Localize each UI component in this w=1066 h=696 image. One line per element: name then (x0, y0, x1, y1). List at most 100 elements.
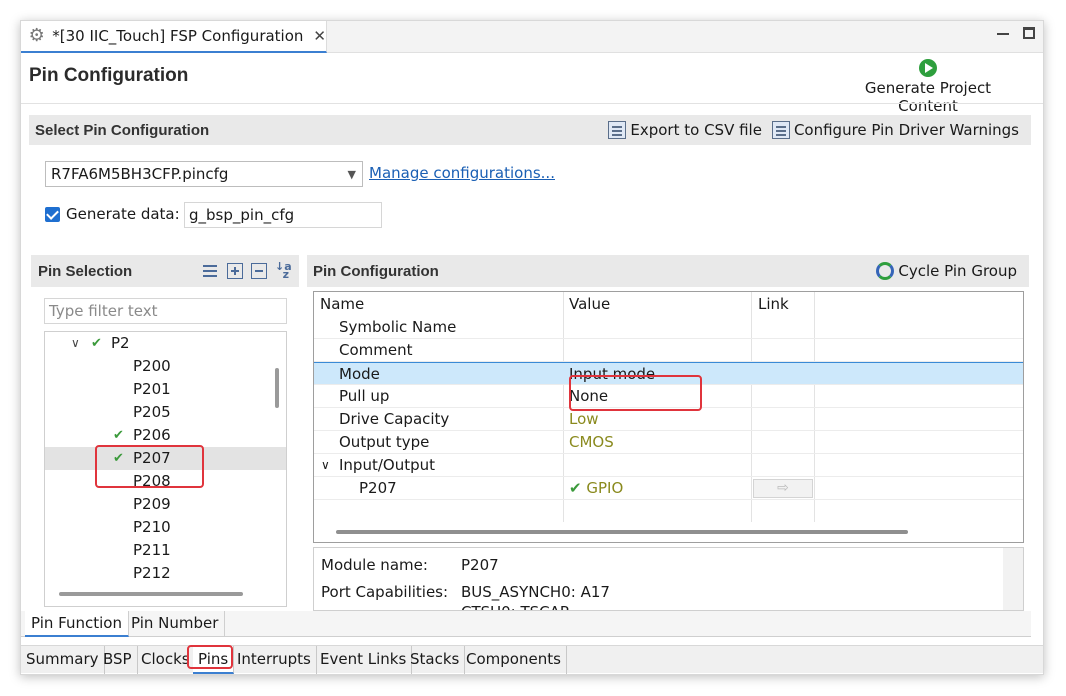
section-title: Select Pin Configuration (35, 121, 210, 139)
gear-icon: ⚙ (28, 25, 45, 46)
generate-data-input[interactable]: g_bsp_pin_cfg (184, 202, 382, 228)
property-name: Symbolic Name (339, 318, 457, 336)
cycle-icon (876, 262, 895, 280)
port-capabilities-more: CTSU0: TSCAP (461, 603, 569, 610)
column-name-header[interactable]: Name (320, 292, 364, 316)
tab-pin-function[interactable]: Pin Function (25, 611, 129, 637)
show-list-icon[interactable] (203, 263, 219, 279)
module-info-box: Module name: P207 Port Capabilities: BUS… (313, 547, 1024, 611)
page-title: Pin Configuration (29, 65, 189, 86)
tree-item[interactable]: P201 (45, 378, 286, 401)
gpio-value: GPIO (586, 479, 624, 497)
pin-config-selected: R7FA6M5BH3CFP.pincfg (51, 165, 229, 183)
tree-item-label: P205 (133, 403, 171, 421)
property-name: P207 (359, 479, 397, 497)
configuration-page-tabs: Summary BSP Clocks Pins Interrupts Event… (21, 645, 1043, 674)
export-csv-button[interactable]: Export to CSV file (608, 121, 762, 139)
maximize-button[interactable] (1023, 27, 1035, 39)
export-csv-label: Export to CSV file (630, 121, 762, 139)
tab-components[interactable]: Components (461, 646, 567, 674)
module-name-label: Module name: (321, 556, 428, 574)
configure-warnings-button[interactable]: Configure Pin Driver Warnings (771, 121, 1019, 139)
check-icon: ✔ (113, 428, 124, 443)
pin-configuration-panel: Pin Configuration Cycle Pin Group Name V… (307, 255, 1029, 611)
play-icon (919, 59, 937, 77)
minimize-button[interactable] (997, 33, 1009, 35)
cycle-pin-group-button[interactable]: Cycle Pin Group (876, 262, 1017, 280)
tab-interrupts[interactable]: Interrupts (232, 646, 317, 674)
generate-data-row: Generate data: (45, 205, 180, 223)
property-row[interactable]: Comment (314, 339, 1023, 362)
pin-selection-header: Pin Selection ↓a z (31, 255, 299, 287)
property-sub-row[interactable]: P207 ✔ GPIO ⇨ (314, 477, 1023, 500)
generate-data-label: Generate data: (66, 205, 180, 223)
tree-item[interactable]: P205 (45, 401, 286, 424)
property-value[interactable]: ✔ GPIO (569, 477, 623, 500)
port-capabilities-label: Port Capabilities: (321, 583, 449, 601)
sort-alpha-icon[interactable]: ↓a z (275, 261, 292, 280)
column-link-header[interactable]: Link (758, 292, 789, 316)
property-value[interactable]: CMOS (569, 431, 614, 454)
cycle-pin-group-label: Cycle Pin Group (898, 262, 1017, 280)
tree-vertical-scrollbar[interactable] (275, 368, 279, 408)
chevron-down-icon[interactable]: ∨ (321, 454, 330, 477)
tree-item-label: P209 (133, 495, 171, 513)
tree-item[interactable]: P209 (45, 493, 286, 516)
tree-group-label: P2 (111, 334, 130, 352)
property-row[interactable]: Output type CMOS (314, 431, 1023, 454)
collapse-all-icon[interactable] (251, 263, 267, 279)
tree-group-p2[interactable]: ∨ ✔ P2 (45, 332, 286, 355)
tree-item-label: P211 (133, 541, 171, 559)
tree-item-label: P200 (133, 357, 171, 375)
generate-data-checkbox[interactable] (45, 206, 60, 222)
tree-item[interactable]: P212 (45, 562, 286, 585)
column-value-header[interactable]: Value (569, 292, 610, 316)
generate-project-content-button[interactable]: Generate Project Content (833, 59, 1023, 115)
pin-properties-grid: Name Value Link Symbolic Name Comment Mo… (313, 291, 1024, 543)
grid-horizontal-scrollbar[interactable] (336, 530, 908, 534)
property-group-row[interactable]: ∨ Input/Output (314, 454, 1023, 477)
tree-item[interactable]: ✔ P206 (45, 424, 286, 447)
module-info-scrollbar[interactable] (1003, 548, 1023, 610)
property-row[interactable]: Symbolic Name (314, 316, 1023, 339)
editor-tab-bar: ⚙ *[30 IIC_Touch] FSP Configuration ✕ (21, 21, 1043, 53)
editor-tab[interactable]: ⚙ *[30 IIC_Touch] FSP Configuration ✕ (21, 21, 327, 53)
pin-config-select[interactable]: R7FA6M5BH3CFP.pincfg ▼ (45, 161, 363, 187)
property-value[interactable]: Low (569, 408, 599, 431)
fsp-configuration-window: ⚙ *[30 IIC_Touch] FSP Configuration ✕ Pi… (20, 20, 1044, 675)
tree-item[interactable]: P210 (45, 516, 286, 539)
warnings-config-icon (771, 121, 790, 139)
property-group-name: Input/Output (339, 456, 435, 474)
module-name-value: P207 (461, 556, 499, 574)
tab-event-links[interactable]: Event Links (315, 646, 413, 674)
tab-pin-number[interactable]: Pin Number (125, 611, 226, 637)
highlight-box-pins (95, 445, 204, 488)
highlight-box-mode (569, 375, 702, 411)
expand-all-icon[interactable] (227, 263, 243, 279)
grid-header: Name Value Link (314, 292, 1023, 316)
tab-bsp[interactable]: BSP (98, 646, 138, 674)
pin-filter-input[interactable]: Type filter text (44, 298, 287, 324)
dropdown-arrow-icon[interactable]: ▼ (348, 168, 356, 181)
tree-item[interactable]: P211 (45, 539, 286, 562)
port-capabilities-value: BUS_ASYNCH0: A17 (461, 583, 610, 601)
check-icon: ✔ (91, 336, 102, 351)
property-name: Mode (339, 365, 380, 383)
check-icon: ✔ (569, 479, 582, 497)
tab-stacks[interactable]: Stacks (405, 646, 466, 674)
tree-horizontal-scrollbar[interactable] (59, 592, 243, 596)
header-divider (21, 103, 1043, 104)
tree-item[interactable]: P200 (45, 355, 286, 378)
configure-warnings-label: Configure Pin Driver Warnings (793, 121, 1019, 139)
chevron-down-icon[interactable]: ∨ (71, 332, 80, 355)
link-arrow-button[interactable]: ⇨ (753, 479, 813, 498)
property-name: Pull up (339, 387, 390, 405)
tab-summary[interactable]: Summary (21, 646, 105, 674)
property-name: Comment (339, 341, 413, 359)
close-icon[interactable]: ✕ (313, 27, 326, 45)
generate-project-content-label: Generate Project Content (864, 79, 992, 115)
manage-configurations-link[interactable]: Manage configurations... (369, 164, 555, 182)
property-name: Drive Capacity (339, 410, 450, 428)
property-row[interactable]: Drive Capacity Low (314, 408, 1023, 431)
pin-configuration-header: Pin Configuration Cycle Pin Group (307, 255, 1029, 287)
